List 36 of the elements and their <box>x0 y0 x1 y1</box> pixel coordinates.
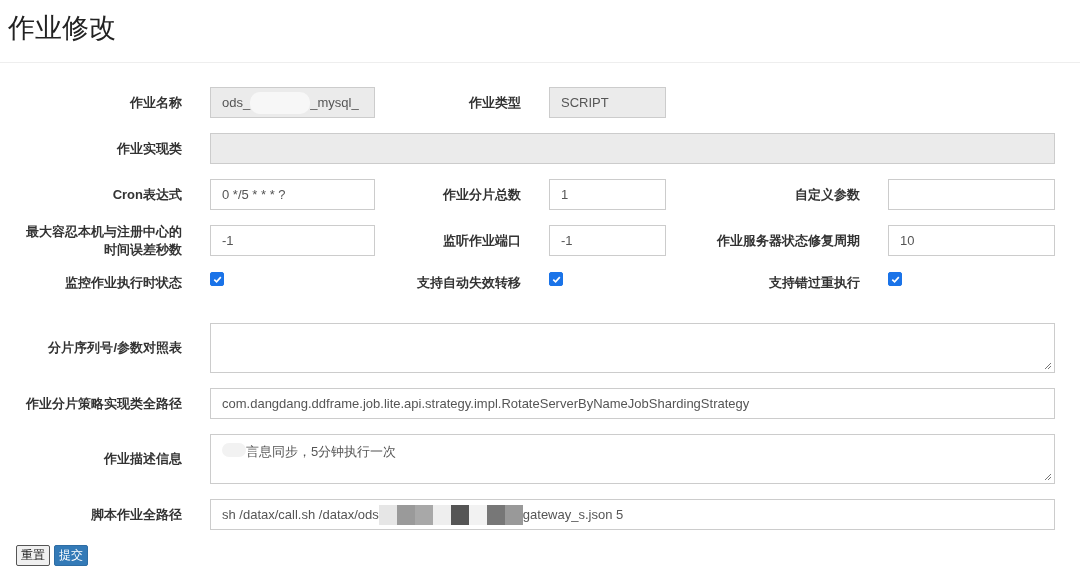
input-field[interactable]: SCRIPT <box>549 87 666 118</box>
field-label: 脚本作业全路径 <box>91 505 182 524</box>
field-label: 作业实现类 <box>117 139 182 158</box>
submit-button[interactable]: 提交 <box>54 545 88 566</box>
input-field[interactable]: 1 <box>549 179 666 210</box>
resize-grip-icon[interactable] <box>1044 362 1052 370</box>
field-label: 监听作业端口 <box>443 231 521 250</box>
text-area[interactable]: 言息同步，5分钟执行一次 <box>210 434 1055 484</box>
field-label: 作业名称 <box>130 93 182 112</box>
checkbox[interactable] <box>549 272 563 286</box>
input-field[interactable]: ods_ _mysql_ <box>210 87 375 118</box>
field-label: 作业描述信息 <box>104 450 182 468</box>
input-field[interactable]: -1 <box>210 225 375 256</box>
resize-grip-icon[interactable] <box>1044 473 1052 481</box>
field-label: 最大容忍本机与注册中心的时间误差秒数 <box>25 222 182 259</box>
field-label: 分片序列号/参数对照表 <box>48 339 182 357</box>
checkbox[interactable] <box>888 272 902 286</box>
field-label: 监控作业执行时状态 <box>65 274 182 292</box>
input-field[interactable] <box>210 133 1055 164</box>
input-field[interactable]: 0 */5 * * * ? <box>210 179 375 210</box>
field-label: 作业分片总数 <box>443 185 521 204</box>
field-label: 自定义参数 <box>795 185 860 204</box>
checkbox[interactable] <box>210 272 224 286</box>
input-field[interactable]: -1 <box>549 225 666 256</box>
input-field[interactable]: com.dangdang.ddframe.job.lite.api.strategy.impl.RotateServerByNameJobShardingStrategy <box>210 388 1055 419</box>
input-field[interactable] <box>888 179 1055 210</box>
field-label: 支持错过重执行 <box>769 274 860 292</box>
field-label: 作业服务器状态修复周期 <box>717 231 860 250</box>
field-label: 作业分片策略实现类全路径 <box>26 394 182 413</box>
page-title: 作业修改 <box>7 12 117 45</box>
reset-button[interactable]: 重置 <box>16 545 50 566</box>
input-field[interactable]: sh /datax/call.sh /datax/ods gateway_s.json 5 <box>210 499 1055 530</box>
field-label: Cron表达式 <box>112 185 182 204</box>
input-field[interactable]: 10 <box>888 225 1055 256</box>
field-label: 支持自动失效转移 <box>417 274 521 292</box>
field-label: 作业类型 <box>469 93 521 112</box>
